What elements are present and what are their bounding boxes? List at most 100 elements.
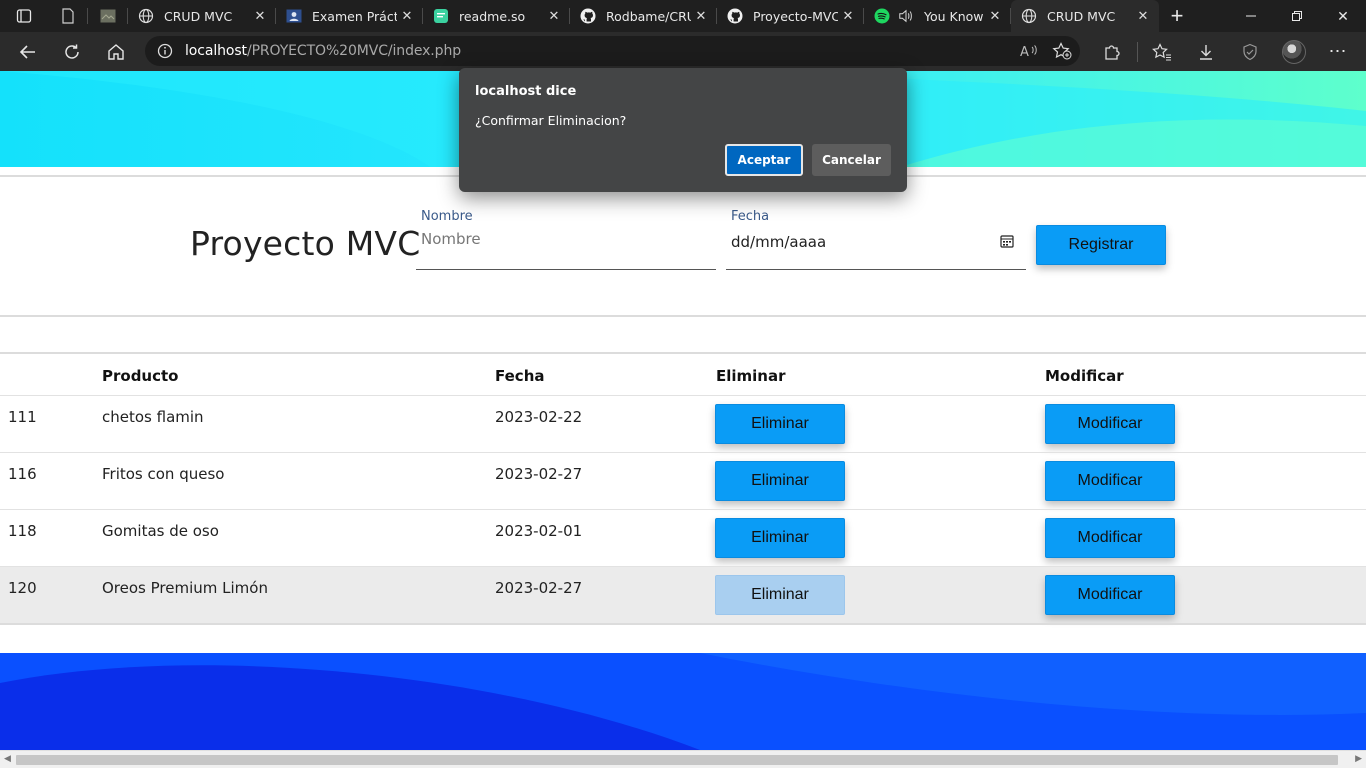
settings-more-button[interactable]: ⋯	[1316, 32, 1360, 71]
site-info-icon[interactable]	[145, 43, 185, 59]
close-tab-icon[interactable]: ✕	[544, 6, 564, 26]
calendar-icon[interactable]	[1000, 234, 1014, 253]
page-icon	[62, 8, 74, 24]
cancelar-button[interactable]: Cancelar	[812, 144, 891, 176]
cell-fecha: 2023-02-22	[495, 408, 583, 426]
speaker-icon[interactable]	[898, 8, 914, 24]
close-tab-icon[interactable]: ✕	[397, 6, 417, 26]
favorites-icon	[1152, 42, 1171, 60]
aceptar-button[interactable]: Aceptar	[725, 144, 803, 176]
modificar-button[interactable]: Modificar	[1045, 575, 1175, 615]
cell-id: 116	[8, 465, 37, 483]
nombre-input[interactable]	[421, 230, 711, 248]
modificar-button[interactable]: Modificar	[1045, 404, 1175, 444]
tab-title: CRUD MVC	[164, 8, 233, 24]
browser-essentials-button[interactable]	[1228, 32, 1272, 71]
add-favorite-icon[interactable]	[1052, 42, 1072, 60]
cell-fecha: 2023-02-27	[495, 579, 583, 597]
window-controls: ✕	[1228, 0, 1366, 32]
tab-spotify[interactable]: You Know ✕	[864, 0, 1011, 32]
tab-crud-mvc-1[interactable]: CRUD MVC ✕	[128, 0, 276, 32]
close-window-button[interactable]: ✕	[1320, 0, 1366, 32]
new-tab-button[interactable]: +	[1159, 0, 1195, 32]
tab-title: Rodbame/CRUI	[606, 8, 691, 24]
reload-icon	[65, 44, 79, 59]
minimize-button[interactable]	[1228, 0, 1274, 32]
tab-pinned-2[interactable]	[88, 0, 128, 32]
minimize-icon	[1246, 15, 1256, 17]
dialog-title: localhost dice	[475, 84, 577, 99]
tab-title: readme.so	[459, 8, 526, 24]
close-tab-icon[interactable]: ✕	[985, 6, 1005, 26]
modificar-button[interactable]: Modificar	[1045, 518, 1175, 558]
globe-icon	[138, 8, 154, 24]
divider-line	[0, 315, 1366, 317]
modificar-button[interactable]: Modificar	[1045, 461, 1175, 501]
more-dots-icon: ⋯	[1328, 41, 1348, 61]
header-modificar: Modificar	[1045, 367, 1124, 385]
read-aloud-icon[interactable]: A	[1020, 43, 1038, 59]
eliminar-button[interactable]: Eliminar	[715, 461, 845, 501]
url-text: localhost/PROYECTO%20MVC/index.php	[185, 43, 461, 59]
address-bar[interactable]: localhost/PROYECTO%20MVC/index.php A	[145, 36, 1080, 66]
cell-producto: chetos flamin	[102, 408, 204, 426]
favorites-button[interactable]	[1140, 32, 1184, 71]
eliminar-button[interactable]: Eliminar	[715, 518, 845, 558]
shield-heart-icon	[1243, 43, 1257, 60]
table-row: 120 Oreos Premium Limón 2023-02-27 Elimi…	[0, 566, 1366, 623]
cell-id: 120	[8, 579, 37, 597]
tab-title: CRUD MVC	[1047, 8, 1116, 24]
tab-examen-practico[interactable]: Examen Práctic ✕	[276, 0, 423, 32]
home-icon	[108, 43, 124, 60]
tab-actions-button[interactable]	[0, 0, 48, 32]
back-button[interactable]	[6, 32, 50, 71]
horizontal-scrollbar[interactable]: ◀ ▶	[0, 750, 1366, 768]
footer-wave-banner	[0, 653, 1366, 750]
nombre-field	[416, 212, 716, 270]
page-title: Proyecto MVC	[190, 224, 421, 263]
tab-proyecto-mvc[interactable]: Proyecto-MVC/ ✕	[717, 0, 864, 32]
scroll-right-icon[interactable]: ▶	[1355, 753, 1362, 764]
puzzle-icon	[1105, 44, 1120, 60]
home-button[interactable]	[94, 32, 138, 71]
restore-button[interactable]	[1274, 0, 1320, 32]
eliminar-button[interactable]: Eliminar	[715, 575, 845, 615]
restore-icon	[1292, 11, 1302, 21]
download-icon	[1200, 44, 1212, 60]
table-row: 116 Fritos con queso 2023-02-27 Eliminar…	[0, 452, 1366, 509]
table-bottom-border	[0, 623, 1366, 625]
profile-button[interactable]	[1272, 32, 1316, 71]
close-tab-icon[interactable]: ✕	[691, 6, 711, 26]
fecha-field[interactable]: dd/mm/aaaa	[726, 212, 1026, 270]
toolbar-right: ⋯	[1090, 32, 1366, 71]
reload-button[interactable]	[50, 32, 94, 71]
close-tab-icon[interactable]: ✕	[250, 6, 270, 26]
image-thumb-icon	[100, 9, 116, 23]
github-icon	[727, 8, 743, 24]
dialog-message: ¿Confirmar Eliminacion?	[475, 113, 627, 128]
table-top-border	[0, 352, 1366, 354]
eliminar-button[interactable]: Eliminar	[715, 404, 845, 444]
close-tab-icon[interactable]: ✕	[1133, 6, 1153, 26]
scrollbar-thumb[interactable]	[16, 755, 1338, 765]
tab-crud-mvc-active[interactable]: CRUD MVC ✕	[1011, 0, 1159, 32]
tab-readme[interactable]: readme.so ✕	[423, 0, 570, 32]
browser-tab-bar: CRUD MVC ✕ Examen Práctic ✕ readme.so ✕ …	[0, 0, 1366, 32]
registrar-button[interactable]: Registrar	[1036, 225, 1166, 265]
table-row: 118 Gomitas de oso 2023-02-01 Eliminar M…	[0, 509, 1366, 566]
avatar	[1282, 39, 1306, 64]
header-fecha: Fecha	[495, 367, 545, 385]
github-icon	[580, 8, 596, 24]
tab-pinned-1[interactable]	[48, 0, 88, 32]
close-icon: ✕	[1337, 7, 1349, 24]
downloads-button[interactable]	[1184, 32, 1228, 71]
extensions-button[interactable]	[1090, 32, 1134, 71]
fecha-input[interactable]: dd/mm/aaaa	[731, 233, 826, 251]
close-tab-icon[interactable]: ✕	[838, 6, 858, 26]
svg-text:A: A	[1020, 45, 1029, 59]
tab-rodbame-crud[interactable]: Rodbame/CRUI ✕	[570, 0, 717, 32]
confirm-dialog: localhost dice ¿Confirmar Eliminacion? A…	[459, 68, 907, 192]
cell-id: 111	[8, 408, 37, 426]
cell-producto: Fritos con queso	[102, 465, 225, 483]
scroll-left-icon[interactable]: ◀	[4, 753, 11, 764]
